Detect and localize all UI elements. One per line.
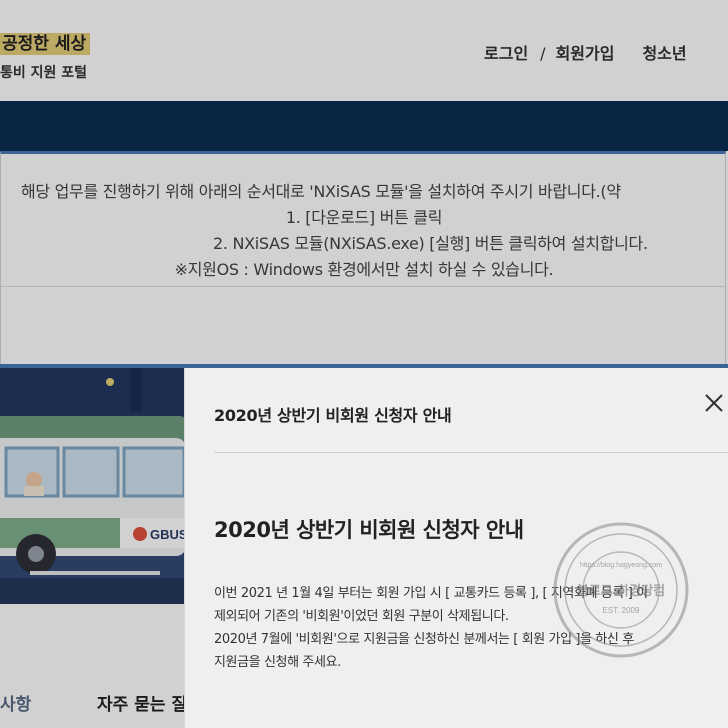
main-navbar [0, 101, 728, 151]
site-header: 공정한 세상 통비 지원 포털 로그인 / 회원가입 청소년 [0, 0, 728, 100]
top-nav: 로그인 / 회원가입 청소년 [484, 40, 695, 64]
watermark-url: https://blog.hagyeong.com [580, 562, 662, 569]
modal-header-title: 2020년 상반기 비회원 신청자 안내 [214, 406, 452, 425]
bus-banner[interactable]: GBUS [0, 368, 184, 604]
tab-notice[interactable]: 사항 [0, 690, 31, 715]
modal-title: 2020년 상반기 비회원 신청자 안내 [214, 518, 524, 542]
notice-line-1: 해당 업무를 진행하기 위해 아래의 순서대로 'NXiSAS 모듈'을 설치하… [21, 182, 621, 201]
watermark-year: EST. 2009 [603, 606, 640, 615]
tab-faq[interactable]: 자주 묻는 질 [97, 690, 187, 715]
signup-link[interactable]: 회원가입 [556, 44, 615, 63]
logo-title[interactable]: 공정한 세상 [0, 33, 91, 55]
close-icon [705, 394, 723, 412]
notice-line-2: 1. [다운로드] 버튼 클릭 [285, 208, 443, 227]
bus-illustration: GBUS [0, 368, 184, 604]
watermark-text: 블로그 하경당컴 [577, 583, 665, 599]
notice-line-3: 2. NXiSAS 모듈(NXiSAS.exe) [실행] 버튼 클릭하여 설치… [213, 234, 648, 253]
youth-link[interactable]: 청소년 [642, 44, 686, 63]
install-notice: 해당 업무를 진행하기 위해 아래의 순서대로 'NXiSAS 모듈'을 설치하… [0, 151, 726, 364]
bus-label: GBUS [150, 527, 184, 542]
close-button[interactable] [701, 390, 727, 416]
login-link[interactable]: 로그인 [484, 44, 528, 63]
notice-line-4: ※지원OS : Windows 환경에서만 설치 하실 수 있습니다. [174, 260, 554, 279]
watermark-stamp: https://blog.hagyeong.com 블로그 하경당컴 EST. … [553, 522, 689, 658]
modal-divider [214, 452, 728, 453]
notice-divider [1, 286, 725, 287]
logo-subtitle: 통비 지원 포털 [0, 65, 88, 81]
nav-separator: / [540, 44, 546, 63]
